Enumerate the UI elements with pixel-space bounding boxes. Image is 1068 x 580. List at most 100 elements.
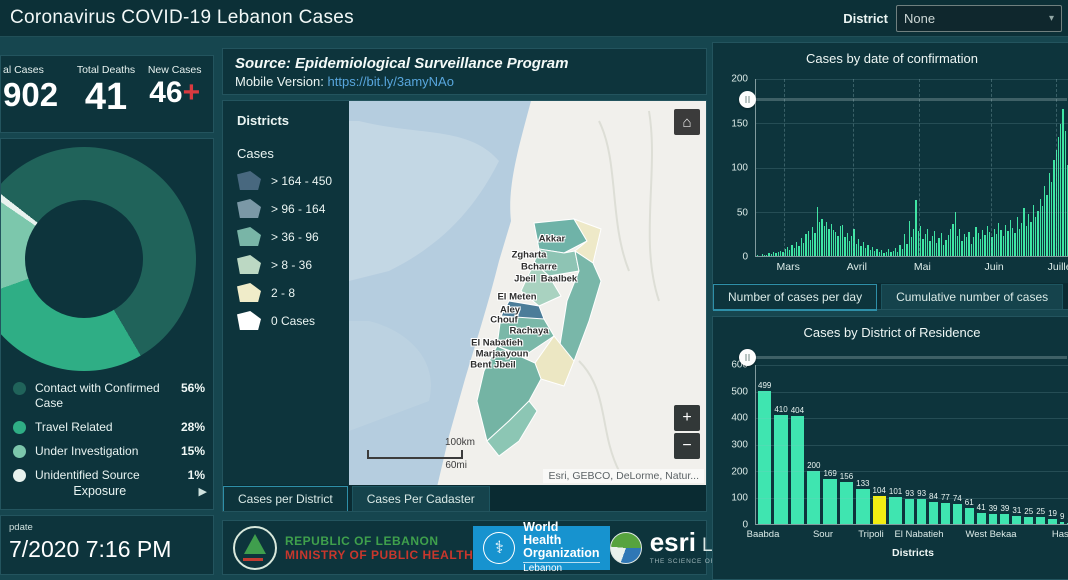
daily-bar[interactable]	[828, 229, 829, 256]
daily-bar[interactable]	[849, 241, 850, 256]
daily-bar[interactable]	[787, 247, 788, 256]
zoom-in-button[interactable]: +	[674, 405, 700, 431]
district-chart-plot[interactable]: 4994104042001691561331041019393847774614…	[755, 365, 1068, 525]
daily-bar[interactable]	[796, 242, 797, 256]
district-bar[interactable]	[840, 482, 853, 524]
daily-bar[interactable]	[1037, 211, 1038, 256]
daily-bar[interactable]	[984, 235, 985, 256]
daily-bar[interactable]	[973, 237, 974, 256]
district-bar[interactable]	[1000, 514, 1009, 524]
daily-bar[interactable]	[1051, 182, 1052, 256]
daily-bar[interactable]	[945, 240, 946, 256]
daily-bar[interactable]	[824, 226, 825, 256]
district-bar[interactable]	[856, 489, 869, 524]
daily-bar[interactable]	[801, 238, 802, 256]
daily-bar[interactable]	[971, 244, 972, 256]
daily-bar[interactable]	[1021, 223, 1022, 256]
daily-bar[interactable]	[961, 241, 962, 256]
chart-zoom-slider-handle[interactable]	[739, 91, 756, 108]
map-canvas[interactable]: AkkarZghartaBcharreJbeilBaalbekEl MetenA…	[349, 101, 707, 487]
daily-bar[interactable]	[1012, 228, 1013, 256]
daily-bar[interactable]	[833, 230, 834, 256]
mobile-version-link[interactable]: https://bit.ly/3amyNAo	[328, 74, 454, 89]
daily-bar[interactable]	[863, 242, 864, 256]
daily-bar[interactable]	[886, 252, 887, 256]
daily-bar[interactable]	[888, 249, 889, 256]
daily-bar[interactable]	[964, 234, 965, 256]
district-bar[interactable]	[953, 504, 962, 524]
daily-bar[interactable]	[817, 207, 818, 256]
daily-bar[interactable]	[952, 224, 953, 256]
daily-bar[interactable]	[872, 247, 873, 256]
daily-bar[interactable]	[874, 251, 875, 256]
daily-bar[interactable]	[913, 229, 914, 256]
daily-bar[interactable]	[812, 227, 813, 256]
daily-bar[interactable]	[934, 231, 935, 256]
daily-bar[interactable]	[771, 254, 772, 256]
daily-bar[interactable]	[980, 239, 981, 256]
daily-bar[interactable]	[1026, 226, 1027, 256]
daily-bar[interactable]	[768, 253, 769, 256]
daily-bar[interactable]	[948, 235, 949, 256]
daily-bar[interactable]	[943, 245, 944, 257]
daily-bar[interactable]	[831, 224, 832, 256]
daily-bar[interactable]	[821, 219, 822, 256]
daily-bar[interactable]	[941, 233, 942, 256]
daily-bar[interactable]	[778, 252, 779, 256]
daily-bar[interactable]	[1007, 231, 1008, 256]
daily-bar[interactable]	[987, 226, 988, 256]
daily-bar[interactable]	[840, 226, 841, 256]
daily-bar[interactable]	[808, 231, 809, 256]
daily-bar[interactable]	[1010, 220, 1011, 256]
daily-chart-tab[interactable]: Number of cases per day	[713, 284, 877, 309]
daily-bar[interactable]	[881, 250, 882, 256]
daily-bar[interactable]	[959, 229, 960, 256]
daily-bar[interactable]	[998, 223, 999, 256]
daily-bar[interactable]	[957, 236, 958, 256]
daily-bar[interactable]	[1003, 236, 1004, 256]
daily-bar[interactable]	[950, 229, 951, 256]
daily-bar[interactable]	[766, 255, 767, 256]
daily-bar[interactable]	[893, 251, 894, 256]
daily-bar[interactable]	[805, 234, 806, 256]
daily-bar[interactable]	[1040, 199, 1041, 256]
district-bar[interactable]	[889, 497, 902, 524]
daily-bar[interactable]	[1000, 230, 1001, 256]
daily-bar[interactable]	[837, 236, 838, 256]
daily-bar[interactable]	[1042, 206, 1043, 256]
daily-bar[interactable]	[865, 248, 866, 256]
daily-bar[interactable]	[1060, 124, 1061, 256]
daily-bar[interactable]	[791, 245, 792, 256]
district-bar[interactable]	[873, 496, 886, 524]
daily-bar[interactable]	[803, 243, 804, 256]
district-bar[interactable]	[905, 499, 914, 524]
daily-bar[interactable]	[819, 222, 820, 256]
next-arrow-icon[interactable]: ▶	[199, 485, 207, 498]
daily-bar[interactable]	[1058, 137, 1059, 256]
daily-bar[interactable]	[883, 253, 884, 256]
map-tab[interactable]: Cases Per Cadaster	[352, 486, 490, 511]
daily-bar[interactable]	[1035, 217, 1036, 256]
map-home-button[interactable]: ⌂	[674, 109, 700, 135]
daily-bar[interactable]	[835, 232, 836, 256]
district-bar[interactable]	[758, 391, 771, 524]
daily-bar[interactable]	[1053, 160, 1054, 256]
daily-bar[interactable]	[1028, 214, 1029, 256]
daily-bar[interactable]	[906, 244, 907, 256]
daily-bar[interactable]	[1049, 173, 1050, 256]
daily-bar[interactable]	[920, 226, 921, 256]
district-bar[interactable]	[941, 503, 950, 524]
daily-bar[interactable]	[757, 255, 758, 256]
daily-bar[interactable]	[798, 246, 799, 256]
district-bar[interactable]	[1012, 516, 1021, 524]
daily-bar[interactable]	[897, 252, 898, 256]
daily-bar[interactable]	[932, 236, 933, 256]
district-bar[interactable]	[965, 508, 974, 524]
daily-bar[interactable]	[978, 233, 979, 256]
daily-bar[interactable]	[968, 232, 969, 256]
daily-chart-plot[interactable]	[755, 79, 1068, 257]
daily-bar[interactable]	[762, 254, 763, 256]
daily-bar[interactable]	[1044, 186, 1045, 256]
district-bar[interactable]	[823, 479, 836, 524]
district-bar[interactable]	[917, 499, 926, 524]
